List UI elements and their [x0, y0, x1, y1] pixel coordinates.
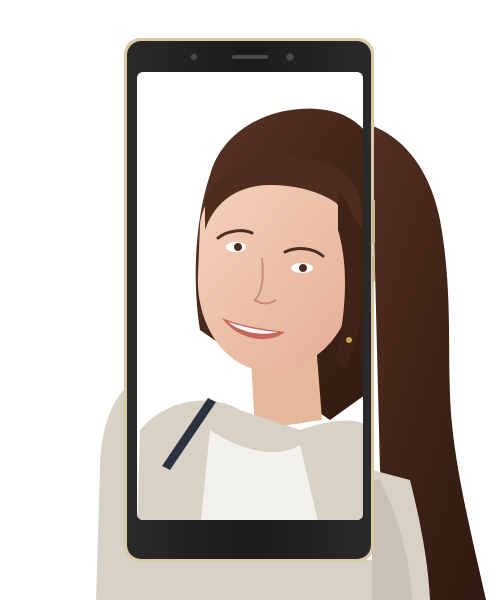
volume-button	[372, 200, 375, 244]
product-scene	[0, 0, 499, 600]
sensor-icon	[190, 53, 198, 61]
phone-illustration	[96, 38, 486, 600]
front-camera-icon	[286, 53, 294, 61]
earpiece-icon	[232, 55, 268, 59]
power-button	[372, 256, 375, 282]
